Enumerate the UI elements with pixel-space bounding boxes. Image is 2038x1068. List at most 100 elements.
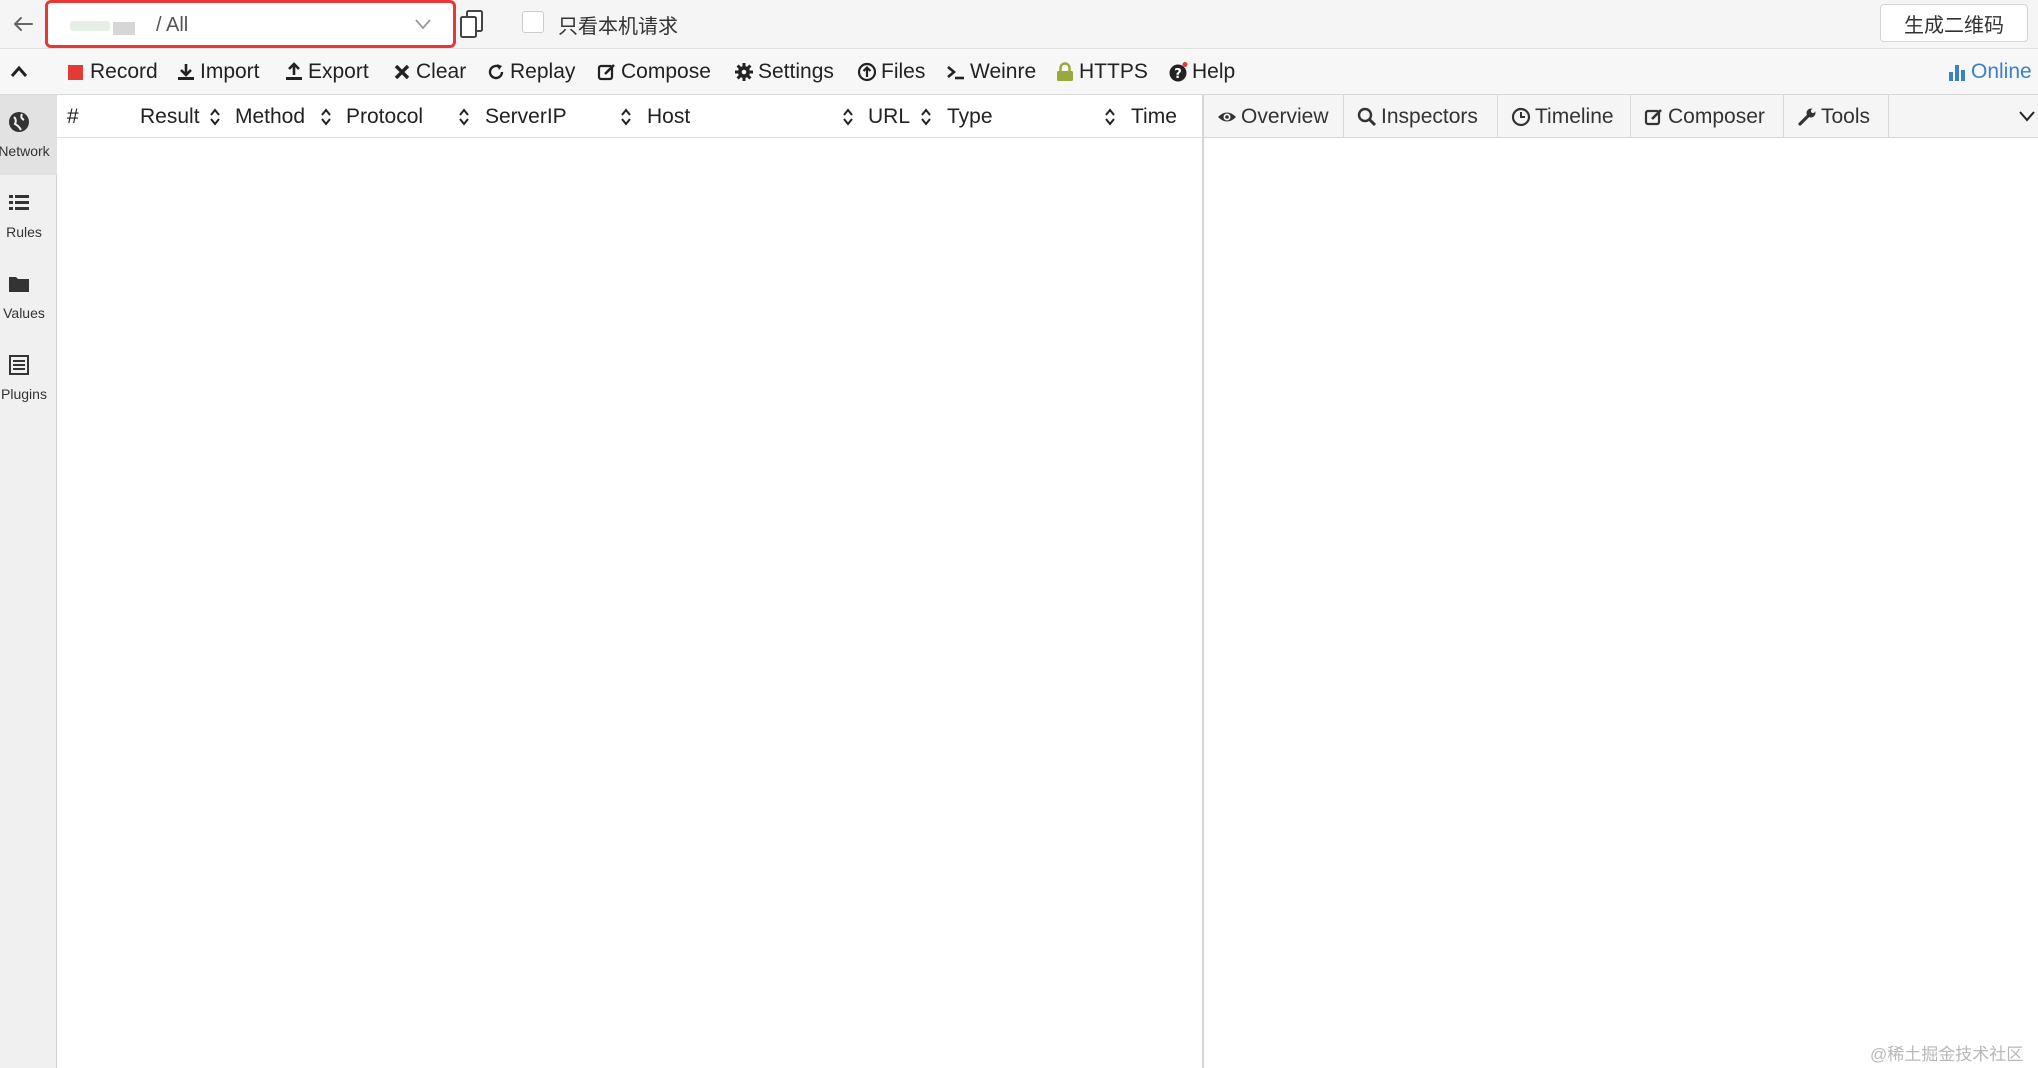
copy-icon[interactable] — [458, 9, 486, 39]
blurred-env-name — [70, 21, 110, 31]
eye-icon — [1218, 112, 1236, 121]
request-list[interactable] — [57, 138, 1203, 1068]
column-header-serverip[interactable]: ServerIP — [485, 95, 567, 138]
sidebar-item-plugins[interactable]: Plugins — [0, 338, 57, 418]
weinre-label: Weinre — [970, 60, 1037, 83]
detail-tabs: Overview Inspectors Timeline Composer To… — [1204, 95, 2038, 138]
environment-selector[interactable]: / All — [45, 0, 456, 48]
sidebar-item-rules[interactable]: Rules — [0, 176, 57, 256]
tab-composer[interactable]: Composer — [1631, 95, 1784, 138]
compose-label: Compose — [621, 60, 711, 83]
question-icon: ? — [1169, 62, 1188, 82]
column-header-result[interactable]: Result — [140, 95, 200, 138]
compose-icon — [597, 64, 615, 81]
tab-tools[interactable]: Tools — [1784, 95, 1889, 138]
chevron-up-icon[interactable] — [8, 61, 30, 83]
watermark: @稀土掘金技术社区 — [1870, 1045, 2024, 1064]
sidebar-label-network: Network — [0, 143, 50, 159]
edit-icon — [1644, 108, 1662, 125]
online-button[interactable]: Online — [1947, 49, 2032, 95]
replay-icon — [488, 64, 504, 80]
sidebar-item-values[interactable]: Values — [0, 257, 57, 337]
record-icon — [68, 65, 83, 80]
environment-label: / All — [156, 14, 189, 36]
files-button[interactable]: Files — [857, 49, 925, 95]
column-header-time[interactable]: Time — [1131, 95, 1177, 138]
tab-timeline[interactable]: Timeline — [1498, 95, 1631, 138]
generate-qr-button[interactable]: 生成二维码 — [1880, 4, 2028, 42]
request-table-header: # Result Method Protocol ServerIP Host U… — [57, 95, 1203, 138]
column-header-method[interactable]: Method — [235, 95, 305, 138]
files-label: Files — [881, 60, 926, 83]
import-button[interactable]: Import — [176, 49, 260, 95]
column-header-index[interactable]: # — [67, 95, 79, 138]
replay-label: Replay — [510, 60, 576, 83]
clear-icon — [394, 64, 410, 80]
sort-icon[interactable] — [620, 107, 632, 127]
help-label: Help — [1192, 60, 1236, 83]
clock-icon — [1511, 107, 1531, 126]
compose-button[interactable]: Compose — [597, 49, 711, 95]
column-header-protocol[interactable]: Protocol — [346, 95, 423, 138]
chevron-down-icon — [415, 19, 431, 30]
sort-icon[interactable] — [1104, 107, 1116, 127]
clear-button[interactable]: Clear — [392, 49, 466, 95]
record-label: Record — [90, 60, 158, 83]
plugins-icon — [9, 355, 29, 375]
upload-icon — [857, 62, 877, 82]
weinre-button[interactable]: Weinre — [946, 49, 1036, 95]
menu-bar: Record Import Export Clear Replay Compos… — [0, 49, 2038, 95]
settings-label: Settings — [758, 60, 834, 83]
record-button[interactable]: Record — [66, 49, 158, 95]
chevron-down-icon[interactable] — [2018, 108, 2036, 124]
export-icon — [286, 62, 302, 80]
replay-button[interactable]: Replay — [486, 49, 575, 95]
folder-icon — [9, 277, 29, 292]
settings-button[interactable]: Settings — [734, 49, 834, 95]
gear-icon — [735, 63, 753, 81]
import-icon — [178, 64, 194, 80]
list-icon — [9, 195, 29, 210]
sort-icon[interactable] — [842, 107, 854, 127]
clear-label: Clear — [416, 60, 467, 83]
wrench-icon — [1798, 108, 1816, 126]
https-label: HTTPS — [1079, 60, 1148, 83]
svg-text:?: ? — [1174, 67, 1182, 82]
import-label: Import — [200, 60, 260, 83]
bar-chart-icon — [1949, 65, 1965, 81]
tab-label-tools: Tools — [1821, 104, 1871, 128]
help-button[interactable]: ? Help — [1168, 49, 1235, 95]
top-bar: / All 只看本机请求 生成二维码 — [0, 0, 2038, 49]
column-header-host[interactable]: Host — [647, 95, 690, 138]
terminal-icon — [947, 66, 964, 80]
tab-overview[interactable]: Overview — [1204, 95, 1344, 138]
sort-icon[interactable] — [920, 107, 932, 127]
sidebar-item-network[interactable]: Network — [0, 95, 57, 175]
tab-inspectors[interactable]: Inspectors — [1344, 95, 1498, 138]
online-label: Online — [1971, 60, 2032, 83]
sort-icon[interactable] — [458, 107, 470, 127]
tab-label-timeline: Timeline — [1535, 104, 1614, 128]
globe-icon — [9, 112, 29, 132]
tab-label-composer: Composer — [1668, 104, 1765, 128]
back-arrow-icon[interactable] — [8, 9, 38, 39]
column-header-type[interactable]: Type — [947, 95, 993, 138]
pane-divider[interactable] — [1202, 95, 1204, 1068]
local-only-checkbox[interactable] — [522, 11, 544, 33]
left-sidebar: Network Rules Values Plugins — [0, 95, 57, 1068]
blurred-env-badge — [113, 22, 135, 35]
tab-label-inspectors: Inspectors — [1381, 104, 1478, 128]
tab-label-overview: Overview — [1241, 104, 1329, 128]
column-header-url[interactable]: URL — [868, 95, 910, 138]
sort-icon[interactable] — [320, 107, 332, 127]
sidebar-label-rules: Rules — [6, 224, 42, 240]
lock-icon — [1057, 62, 1073, 81]
sidebar-label-values: Values — [3, 305, 45, 321]
local-only-label: 只看本机请求 — [558, 16, 678, 38]
sidebar-label-plugins: Plugins — [1, 386, 47, 402]
export-button[interactable]: Export — [284, 49, 369, 95]
search-icon — [1357, 107, 1377, 126]
sort-icon[interactable] — [209, 107, 221, 127]
export-label: Export — [308, 60, 369, 83]
https-button[interactable]: HTTPS — [1055, 49, 1148, 95]
